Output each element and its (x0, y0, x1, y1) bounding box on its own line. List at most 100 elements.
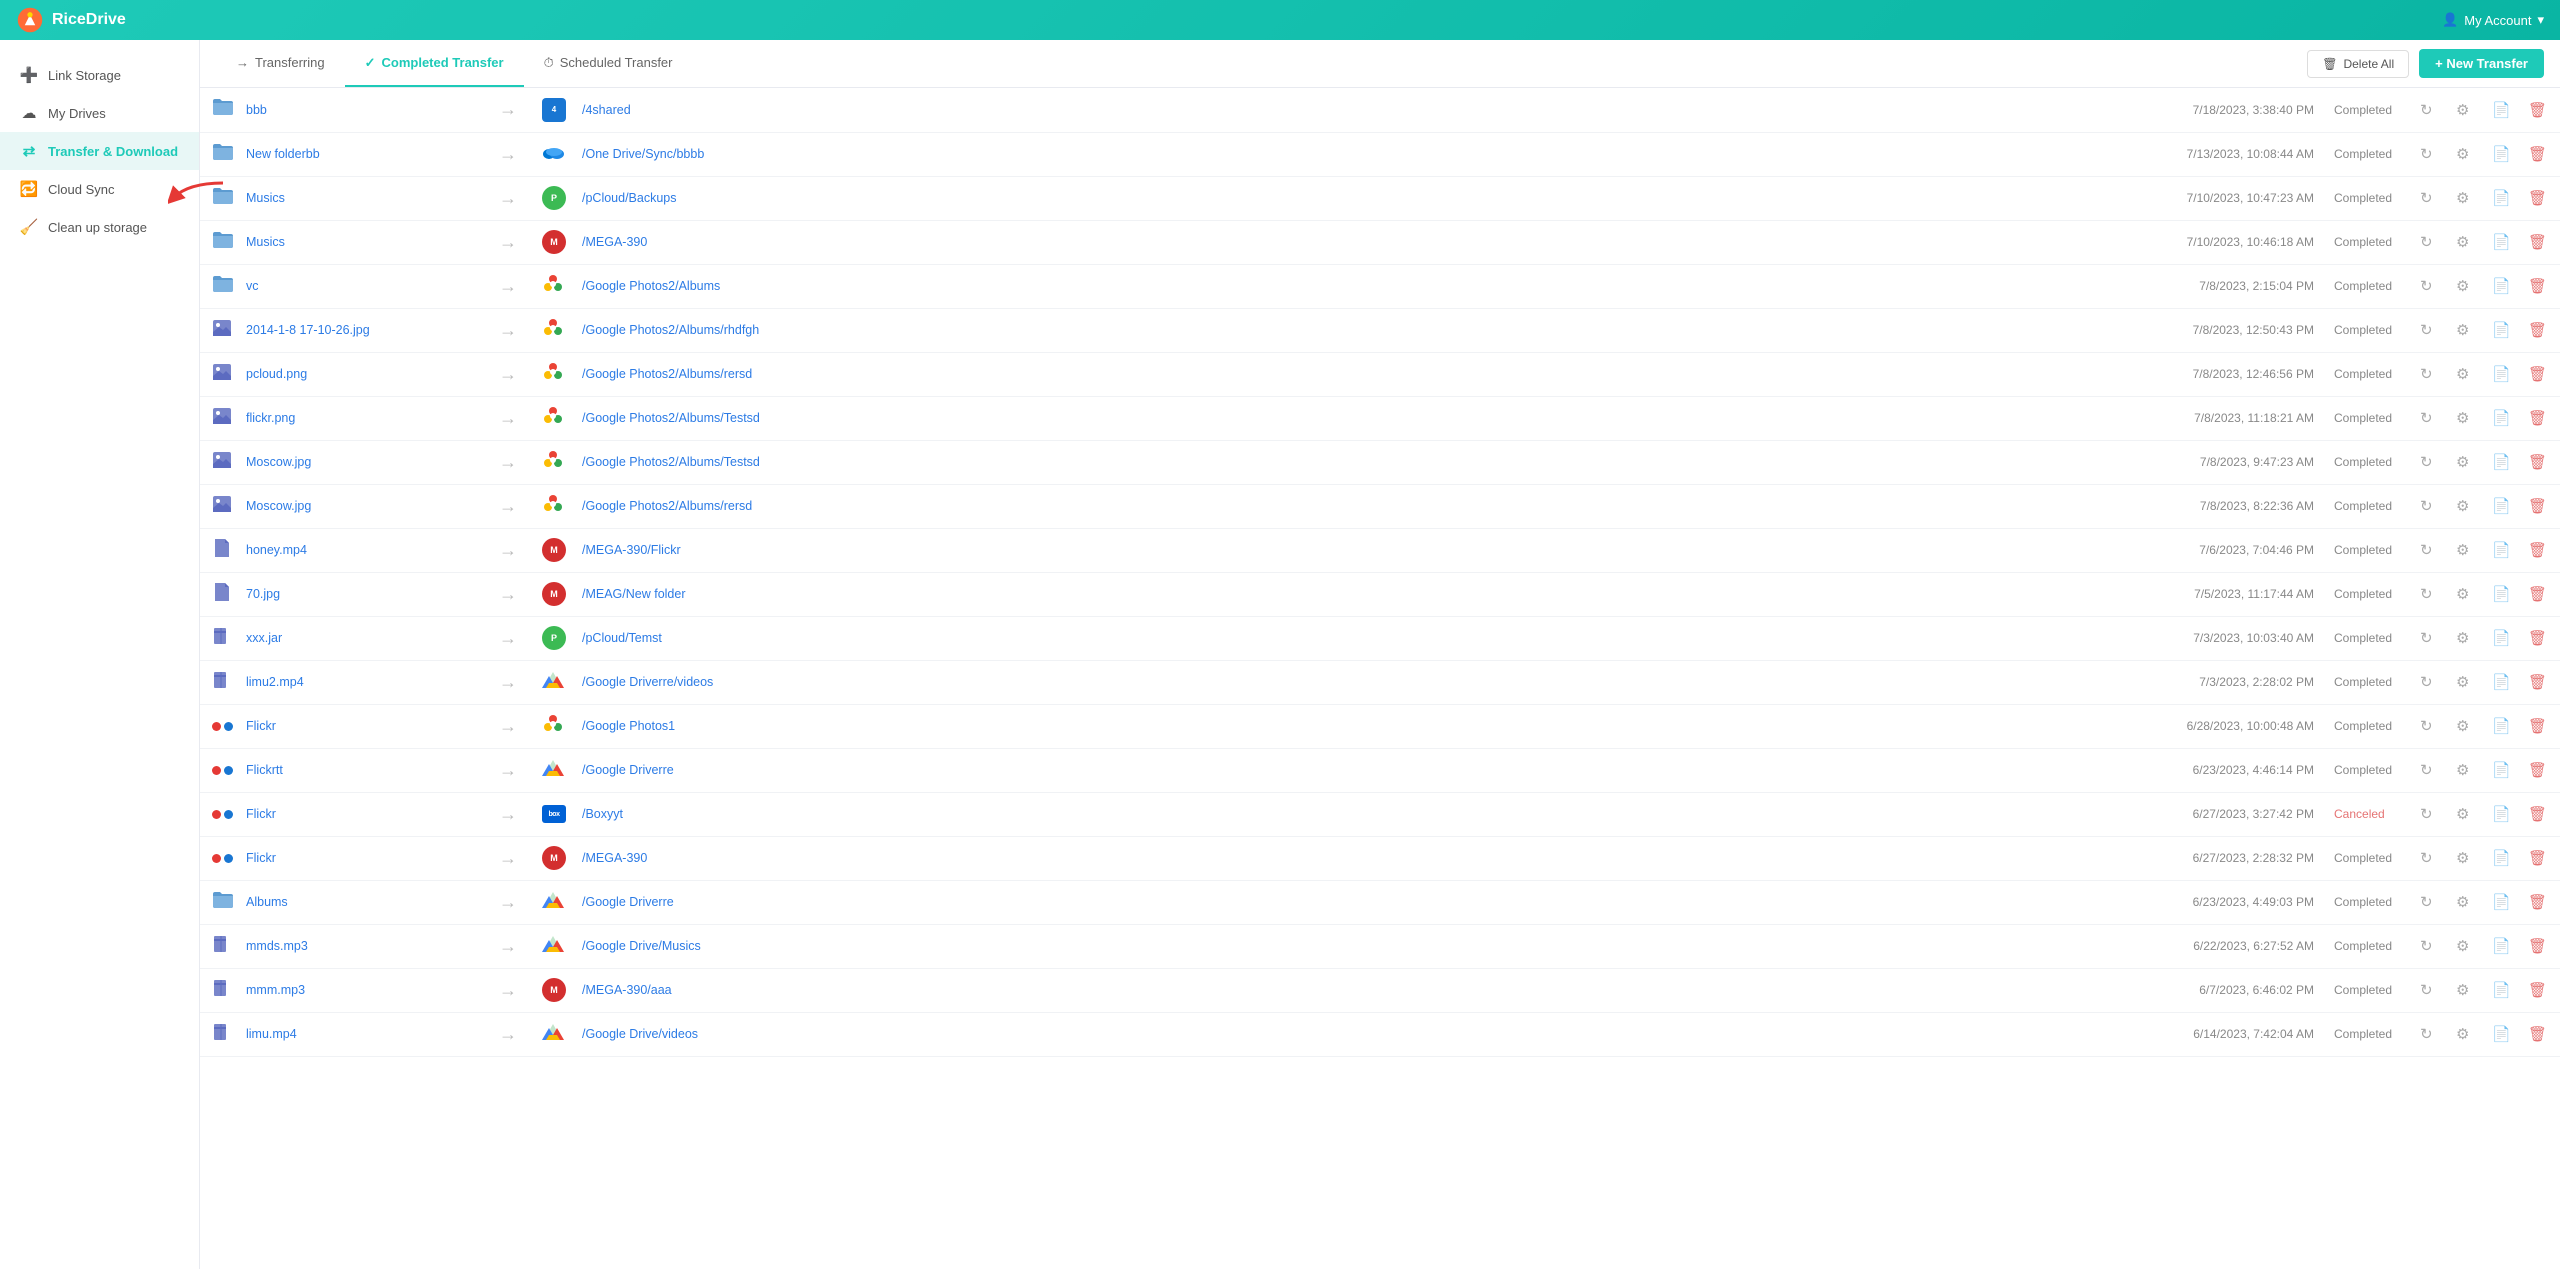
tab-completed-transfer[interactable]: ✓ Completed Transfer (345, 40, 524, 87)
sidebar-item-link-storage[interactable]: ➕ Link Storage (0, 56, 199, 94)
report-button[interactable]: 📄 (2488, 141, 2515, 167)
refresh-button[interactable]: ↻ (2416, 801, 2437, 827)
refresh-button[interactable]: ↻ (2416, 141, 2437, 167)
settings-button[interactable]: ⚙ (2452, 845, 2473, 871)
sidebar-item-clean-storage[interactable]: 🧹 Clean up storage (0, 208, 199, 246)
delete-button[interactable]: 🗑 (2524, 933, 2551, 959)
settings-button[interactable]: ⚙ (2452, 801, 2473, 827)
refresh-button[interactable]: ↻ (2416, 581, 2437, 607)
settings-button[interactable]: ⚙ (2452, 537, 2473, 563)
tab-scheduled-transfer[interactable]: ⏱ Scheduled Transfer (524, 40, 693, 87)
report-button[interactable]: 📄 (2488, 669, 2515, 695)
delete-button[interactable]: 🗑 (2524, 977, 2551, 1003)
report-button[interactable]: 📄 (2488, 845, 2515, 871)
settings-button[interactable]: ⚙ (2452, 581, 2473, 607)
report-button[interactable]: 📄 (2488, 97, 2515, 123)
refresh-button[interactable]: ↻ (2416, 625, 2437, 651)
settings-button[interactable]: ⚙ (2452, 141, 2473, 167)
refresh-button[interactable]: ↻ (2416, 449, 2437, 475)
settings-button[interactable]: ⚙ (2452, 1021, 2473, 1047)
report-button[interactable]: 📄 (2488, 933, 2515, 959)
delete-button[interactable]: 🗑 (2524, 273, 2551, 299)
new-transfer-button[interactable]: + New Transfer (2419, 49, 2544, 78)
settings-button[interactable]: ⚙ (2452, 977, 2473, 1003)
settings-button[interactable]: ⚙ (2452, 669, 2473, 695)
settings-button[interactable]: ⚙ (2452, 493, 2473, 519)
settings-button[interactable]: ⚙ (2452, 449, 2473, 475)
report-button[interactable]: 📄 (2488, 449, 2515, 475)
tab-transferring[interactable]: → Transferring (216, 40, 345, 87)
report-button[interactable]: 📄 (2488, 361, 2515, 387)
refresh-button[interactable]: ↻ (2416, 493, 2437, 519)
delete-button[interactable]: 🗑 (2524, 845, 2551, 871)
delete-button[interactable]: 🗑 (2524, 581, 2551, 607)
delete-button[interactable]: 🗑 (2524, 229, 2551, 255)
refresh-button[interactable]: ↻ (2416, 889, 2437, 915)
refresh-button[interactable]: ↻ (2416, 405, 2437, 431)
refresh-button[interactable]: ↻ (2416, 845, 2437, 871)
delete-button[interactable]: 🗑 (2524, 757, 2551, 783)
delete-button[interactable]: 🗑 (2524, 625, 2551, 651)
report-button[interactable]: 📄 (2488, 493, 2515, 519)
report-button[interactable]: 📄 (2488, 977, 2515, 1003)
delete-button[interactable]: 🗑 (2524, 889, 2551, 915)
refresh-button[interactable]: ↻ (2416, 713, 2437, 739)
refresh-button[interactable]: ↻ (2416, 977, 2437, 1003)
refresh-button[interactable]: ↻ (2416, 757, 2437, 783)
report-button[interactable]: 📄 (2488, 317, 2515, 343)
delete-button[interactable]: 🗑 (2524, 97, 2551, 123)
settings-button[interactable]: ⚙ (2452, 889, 2473, 915)
report-button[interactable]: 📄 (2488, 757, 2515, 783)
delete-button[interactable]: 🗑 (2524, 493, 2551, 519)
sidebar-item-cloud-sync[interactable]: 🔁 Cloud Sync (0, 170, 199, 208)
refresh-button[interactable]: ↻ (2416, 933, 2437, 959)
refresh-button[interactable]: ↻ (2416, 537, 2437, 563)
report-button[interactable]: 📄 (2488, 889, 2515, 915)
settings-button[interactable]: ⚙ (2452, 97, 2473, 123)
report-button[interactable]: 📄 (2488, 229, 2515, 255)
settings-button[interactable]: ⚙ (2452, 273, 2473, 299)
settings-button[interactable]: ⚙ (2452, 229, 2473, 255)
report-button[interactable]: 📄 (2488, 537, 2515, 563)
settings-button[interactable]: ⚙ (2452, 757, 2473, 783)
settings-button[interactable]: ⚙ (2452, 361, 2473, 387)
refresh-button[interactable]: ↻ (2416, 229, 2437, 255)
refresh-button[interactable]: ↻ (2416, 273, 2437, 299)
report-button[interactable]: 📄 (2488, 801, 2515, 827)
delete-button[interactable]: 🗑 (2524, 185, 2551, 211)
report-button[interactable]: 📄 (2488, 405, 2515, 431)
settings-button[interactable]: ⚙ (2452, 933, 2473, 959)
refresh-button[interactable]: ↻ (2416, 361, 2437, 387)
report-button[interactable]: 📄 (2488, 1021, 2515, 1047)
delete-button[interactable]: 🗑 (2524, 713, 2551, 739)
refresh-button[interactable]: ↻ (2416, 1021, 2437, 1047)
delete-button[interactable]: 🗑 (2524, 669, 2551, 695)
delete-all-button[interactable]: 🗑 Delete All (2307, 50, 2409, 78)
refresh-button[interactable]: ↻ (2416, 97, 2437, 123)
delete-button[interactable]: 🗑 (2524, 537, 2551, 563)
refresh-button[interactable]: ↻ (2416, 317, 2437, 343)
report-button[interactable]: 📄 (2488, 625, 2515, 651)
sidebar-item-my-drives[interactable]: ☁ My Drives (0, 94, 199, 132)
settings-button[interactable]: ⚙ (2452, 625, 2473, 651)
settings-button[interactable]: ⚙ (2452, 405, 2473, 431)
refresh-button[interactable]: ↻ (2416, 669, 2437, 695)
settings-button[interactable]: ⚙ (2452, 185, 2473, 211)
report-button[interactable]: 📄 (2488, 581, 2515, 607)
settings-button[interactable]: ⚙ (2452, 713, 2473, 739)
refresh-button[interactable]: ↻ (2416, 185, 2437, 211)
delete-button[interactable]: 🗑 (2524, 141, 2551, 167)
delete-button[interactable]: 🗑 (2524, 801, 2551, 827)
delete-button[interactable]: 🗑 (2524, 317, 2551, 343)
delete-button[interactable]: 🗑 (2524, 405, 2551, 431)
report-button[interactable]: 📄 (2488, 273, 2515, 299)
settings-button[interactable]: ⚙ (2452, 317, 2473, 343)
report-button[interactable]: 📄 (2488, 713, 2515, 739)
delete-button[interactable]: 🗑 (2524, 361, 2551, 387)
settings-cell: ⚙ (2452, 484, 2488, 528)
delete-button[interactable]: 🗑 (2524, 1021, 2551, 1047)
sidebar-item-transfer-download[interactable]: ⇄ Transfer & Download (0, 132, 199, 170)
delete-button[interactable]: 🗑 (2524, 449, 2551, 475)
account-menu[interactable]: 👤 My Account ▾ (2442, 12, 2544, 28)
report-button[interactable]: 📄 (2488, 185, 2515, 211)
